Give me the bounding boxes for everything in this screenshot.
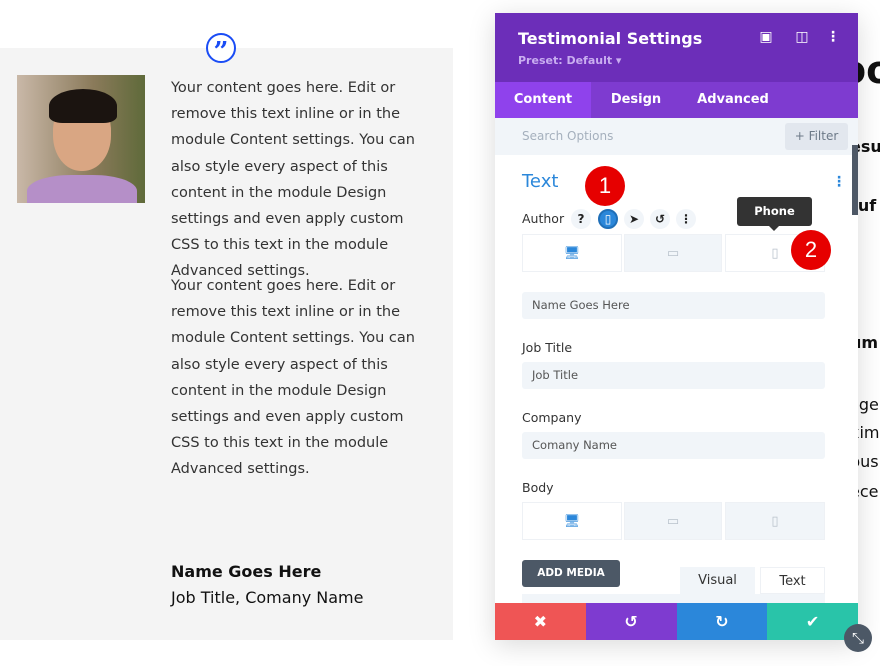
step-badge-1: 1 — [585, 166, 625, 206]
desktop-icon: 🖥 — [563, 513, 581, 529]
section-menu-icon[interactable]: ⋮ — [832, 174, 846, 190]
author-input[interactable]: Name Goes Here — [522, 292, 825, 319]
author-label: Author — [522, 211, 565, 226]
editor-tab-visual[interactable]: Visual — [680, 567, 755, 594]
panel-header: Testimonial Settings Preset: Default ▾ ▣… — [495, 13, 858, 82]
desktop-tab[interactable]: 🖥 — [522, 234, 622, 272]
more-options-icon[interactable]: ⋮ — [825, 29, 841, 45]
author-photo — [17, 75, 145, 203]
search-bar: Search Options + Filter — [495, 118, 858, 155]
phone-icon: ▯ — [771, 245, 779, 261]
testimonial-paragraph: Your content goes here. Edit or remove t… — [171, 278, 415, 478]
cancel-button[interactable]: ✖ — [495, 603, 586, 640]
redo-button[interactable]: ↻ — [676, 603, 768, 640]
author-name: Name Goes Here — [171, 562, 322, 581]
body-label: Body — [522, 480, 554, 495]
split-view-icon[interactable]: ◫ — [794, 29, 810, 45]
step-badge-2: 2 — [791, 230, 831, 270]
panel-footer: ✖ ↺ ↻ ✔ — [495, 603, 858, 640]
tab-content[interactable]: Content — [495, 82, 591, 118]
job-title-label: Job Title — [522, 340, 573, 355]
help-icon[interactable]: ? — [571, 209, 591, 229]
cursor-icon[interactable]: ➤ — [624, 209, 644, 229]
phone-icon: ▯ — [771, 513, 779, 529]
tab-advanced[interactable]: Advanced — [681, 82, 785, 118]
body-desktop-tab[interactable]: 🖥 — [522, 502, 622, 540]
reset-icon[interactable]: ↺ — [650, 209, 670, 229]
testimonial-paragraph: Your content goes here. Edit or remove t… — [171, 80, 415, 280]
desktop-icon: 🖥 — [563, 245, 581, 261]
search-input[interactable]: Search Options — [522, 129, 613, 143]
fullscreen-icon[interactable]: ▣ — [758, 29, 774, 45]
preset-dropdown[interactable]: Preset: Default ▾ — [518, 54, 621, 67]
editor-tab-text[interactable]: Text — [760, 567, 825, 594]
more-icon[interactable]: ⋮ — [676, 209, 696, 229]
tablet-tab[interactable]: ▭ — [624, 234, 722, 272]
company-input[interactable]: Comany Name — [522, 432, 825, 459]
phone-tooltip: Phone — [737, 197, 812, 231]
section-title[interactable]: Text — [522, 171, 558, 192]
resize-handle-icon[interactable]: ⤡ — [844, 624, 872, 652]
job-title-input[interactable]: Job Title — [522, 362, 825, 389]
body-tablet-tab[interactable]: ▭ — [624, 502, 722, 540]
company-label: Company — [522, 410, 582, 425]
tablet-icon: ▭ — [666, 513, 680, 529]
panel-title: Testimonial Settings — [518, 29, 703, 48]
responsive-icon[interactable]: ▯ — [598, 209, 618, 229]
settings-panel: Testimonial Settings Preset: Default ▾ ▣… — [495, 13, 858, 640]
tab-design[interactable]: Design — [591, 82, 681, 118]
add-media-button[interactable]: ADD MEDIA — [522, 560, 620, 587]
panel-tabs: Content Design Advanced — [495, 82, 858, 118]
filter-button[interactable]: + Filter — [785, 123, 848, 150]
body-phone-tab[interactable]: ▯ — [725, 502, 825, 540]
quote-icon: ” — [206, 33, 236, 67]
scrollbar[interactable] — [852, 145, 858, 215]
author-meta: Job Title, Comany Name — [171, 588, 364, 607]
tablet-icon: ▭ — [666, 245, 680, 261]
undo-button[interactable]: ↺ — [585, 603, 677, 640]
